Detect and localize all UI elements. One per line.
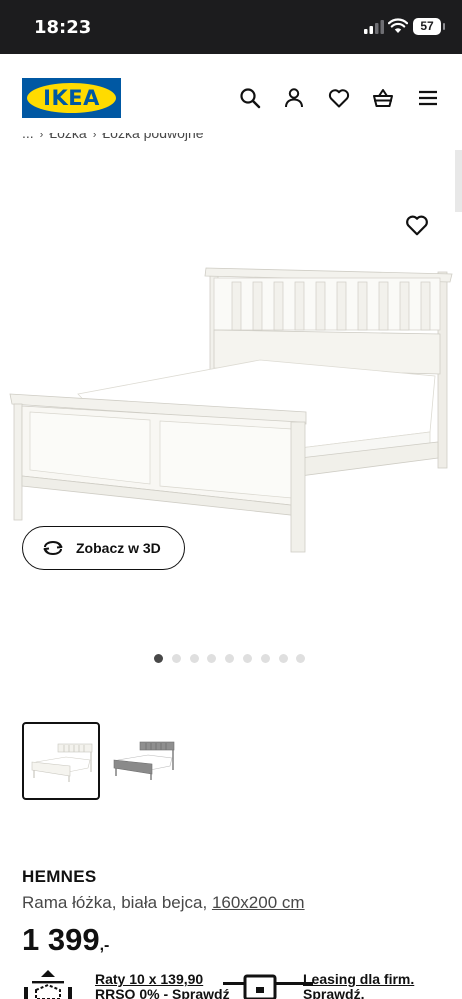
installments-icon: [24, 970, 72, 999]
breadcrumb-item-beds[interactable]: Łóżka: [49, 133, 86, 141]
price-suffix: ,-: [99, 937, 110, 954]
site-header: IKEA: [0, 54, 462, 136]
carousel-dot[interactable]: [278, 654, 288, 663]
carousel-dot[interactable]: [243, 654, 252, 663]
product-description-text: Rama łóżka, biała bejca,: [22, 893, 212, 912]
thumbnail-grey-bed-image: [113, 741, 175, 780]
carousel-dot[interactable]: [189, 654, 199, 663]
battery-indicator: 57: [413, 18, 445, 35]
product-size-link[interactable]: 160x200 cm: [212, 893, 305, 912]
view-in-3d-button[interactable]: Zobacz w 3D: [22, 526, 185, 570]
thumbnail-grey-bed[interactable]: [104, 722, 182, 800]
breadcrumb: ... › Łóżka › Łóżka podwójne: [22, 133, 204, 149]
wifi-icon: [388, 18, 408, 33]
installments-line2: RRSO 0% - Sprawdź: [95, 986, 230, 999]
leasing-line1: Leasing dla firm.: [303, 971, 415, 987]
leasing-line2: Sprawdź.: [303, 986, 365, 999]
breadcrumb-separator: ›: [92, 133, 97, 141]
logo-text: IKEA: [43, 86, 100, 110]
installments-promo-link[interactable]: Raty 10 x 139,90 RRSO 0% - Sprawdź: [95, 972, 230, 999]
product-name: HEMNES: [22, 867, 97, 886]
breadcrumb-separator: ›: [39, 133, 44, 141]
status-bar: 18:23 57: [0, 0, 462, 54]
signal-icon: [364, 20, 384, 34]
next-image-peek: [455, 150, 462, 212]
status-time: 18:23: [34, 17, 92, 38]
product-price: 1 399,-: [22, 922, 109, 958]
installments-line1: Raty 10 x 139,90: [95, 971, 204, 987]
price-value: 1 399: [22, 922, 100, 957]
bed-image: [9, 267, 453, 553]
view-in-3d-label: Zobacz w 3D: [76, 540, 161, 556]
breadcrumb-ellipsis[interactable]: ...: [22, 133, 34, 141]
leasing-icon: [223, 974, 313, 999]
heart-icon[interactable]: [327, 86, 351, 110]
search-icon[interactable]: [238, 86, 262, 110]
basket-icon[interactable]: [371, 86, 395, 110]
product-description: Rama łóżka, biała bejca, 160x200 cm: [22, 893, 305, 913]
menu-icon[interactable]: [416, 86, 440, 110]
leasing-promo-link[interactable]: Leasing dla firm. Sprawdź.: [303, 972, 414, 999]
carousel-dot[interactable]: [260, 654, 270, 663]
rotate-3d-icon: [43, 541, 63, 555]
thumbnail-white-bed-image: [31, 743, 93, 782]
thumbnail-white-bed[interactable]: [22, 722, 100, 800]
carousel-dot[interactable]: [171, 654, 181, 663]
carousel-dot[interactable]: [154, 654, 163, 663]
account-icon[interactable]: [282, 86, 306, 110]
ikea-logo[interactable]: IKEA: [22, 78, 121, 118]
breadcrumb-item-double-beds[interactable]: Łóżka podwójne: [102, 133, 203, 141]
favourite-heart-icon[interactable]: [404, 212, 430, 238]
